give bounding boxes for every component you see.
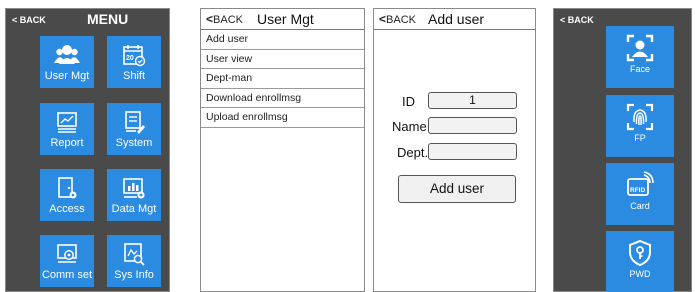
list-item-upload-enrollmsg[interactable]: Upload enrollmsg <box>201 108 364 128</box>
name-label: Name <box>392 119 427 134</box>
menu-screen: < BACK MENU User Mgt 20 Shift Report Sys… <box>5 8 170 292</box>
list-item-dept-man[interactable]: Dept-man <box>201 69 364 89</box>
tile-sys-info[interactable]: Sys Info <box>107 235 161 287</box>
back-button[interactable]: < BACK <box>560 15 594 25</box>
data-mgt-icon <box>123 178 145 199</box>
dept-label: Dept. <box>397 145 429 160</box>
menu-header: < BACK MENU <box>6 9 169 31</box>
rfid-card-icon: RFID <box>627 171 654 196</box>
tile-comm-set[interactable]: Comm set <box>40 235 94 287</box>
face-icon <box>626 34 654 62</box>
password-icon <box>629 239 651 267</box>
add-user-screen: <BACK Add user ID 1 Name Dept. Add user <box>373 8 536 292</box>
page-title: User Mgt <box>257 11 314 27</box>
tile-label: Data Mgt <box>111 203 157 215</box>
tile-report[interactable]: Report <box>40 103 94 155</box>
option-label: FP <box>634 133 646 143</box>
tile-label: User Mgt <box>44 70 90 82</box>
option-fp[interactable]: FP <box>606 95 674 157</box>
tile-label: System <box>115 137 153 149</box>
option-label: PWD <box>629 269 651 279</box>
back-button[interactable]: <BACK <box>379 12 416 26</box>
door-icon <box>58 177 77 199</box>
back-button[interactable]: <BACK <box>206 12 243 26</box>
tile-shift[interactable]: 20 Shift <box>107 36 161 88</box>
user-mgt-header: <BACK User Mgt <box>201 9 364 30</box>
back-label: BACK <box>213 14 243 26</box>
option-label: Face <box>629 64 650 74</box>
dept-field[interactable] <box>428 143 517 160</box>
option-label: Card <box>630 201 650 211</box>
tile-label: Sys Info <box>114 269 154 281</box>
add-user-header: <BACK Add user <box>374 9 535 30</box>
rfid-text: RFID <box>630 187 645 194</box>
id-field[interactable]: 1 <box>428 92 517 109</box>
option-pwd[interactable]: PWD <box>606 231 674 292</box>
chevron-left-icon: < <box>206 12 214 26</box>
list-item-download-enrollmsg[interactable]: Download enrollmsg <box>201 89 364 108</box>
report-icon <box>57 112 77 133</box>
enroll-screen: < BACK Face FP RFID Card PWD <box>553 8 692 292</box>
system-icon <box>125 111 145 134</box>
tile-data-mgt[interactable]: Data Mgt <box>107 169 161 221</box>
id-label: ID <box>402 94 415 109</box>
back-label: BACK <box>386 14 416 26</box>
name-field[interactable] <box>428 117 517 134</box>
list-item-user-view[interactable]: User view <box>201 50 364 69</box>
tile-label: Comm set <box>41 269 93 281</box>
list-item-add-user[interactable]: Add user <box>201 30 364 50</box>
user-mgt-screen: <BACK User Mgt Add user User view Dept-m… <box>200 8 365 292</box>
calendar-icon: 20 <box>123 45 146 67</box>
comm-set-icon <box>57 244 77 263</box>
option-card[interactable]: RFID Card <box>606 163 674 225</box>
tile-label: Shift <box>122 70 145 82</box>
page-title: Add user <box>428 11 485 27</box>
option-face[interactable]: Face <box>606 26 674 88</box>
menu-title: MENU <box>87 11 129 27</box>
svg-text:20: 20 <box>126 55 134 62</box>
tile-label: Report <box>50 137 84 149</box>
tile-system[interactable]: System <box>107 103 161 155</box>
add-user-button[interactable]: Add user <box>398 175 516 203</box>
tile-label: Access <box>49 203 85 215</box>
fingerprint-icon <box>626 103 654 131</box>
tile-user-mgt[interactable]: User Mgt <box>40 36 94 88</box>
tile-access[interactable]: Access <box>40 169 94 221</box>
chevron-left-icon: < <box>379 12 387 26</box>
back-button[interactable]: < BACK <box>12 15 46 25</box>
users-icon <box>54 45 80 64</box>
sys-info-icon <box>124 243 145 266</box>
